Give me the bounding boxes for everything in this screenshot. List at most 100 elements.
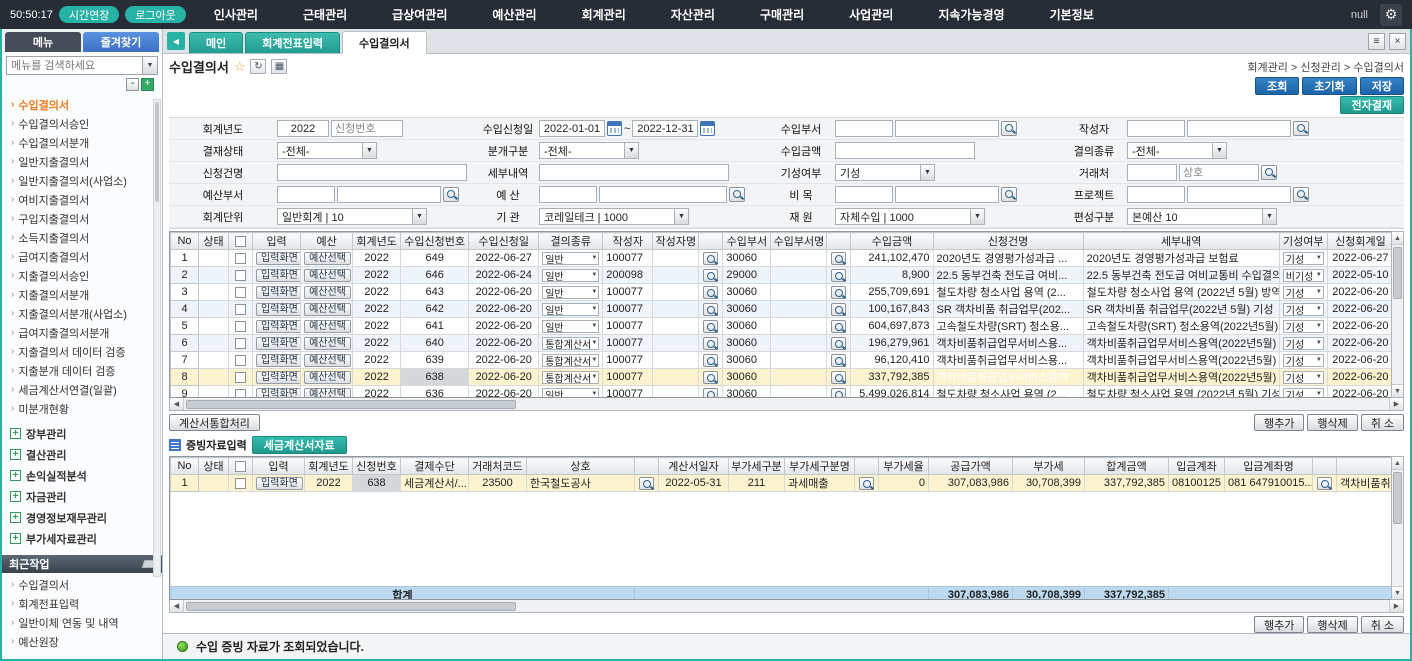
cell-button-holder[interactable]: 입력화면 bbox=[253, 386, 301, 399]
search-cell[interactable] bbox=[827, 301, 851, 318]
input-screen-button[interactable]: 입력화면 bbox=[256, 252, 301, 265]
sidebar-item[interactable]: ›급여지출결의서 bbox=[11, 247, 162, 266]
cell-select-holder[interactable]: 일반▼ bbox=[539, 318, 603, 335]
search-cell[interactable] bbox=[699, 335, 723, 352]
horizontal-scrollbar[interactable]: ◀ ▶ bbox=[169, 600, 1404, 613]
completion-select[interactable]: 기성▼ bbox=[1283, 286, 1324, 299]
sidebar-item[interactable]: ›여비지출결의서 bbox=[11, 190, 162, 209]
cell-button-holder[interactable]: 예산선택 bbox=[301, 267, 353, 284]
completion-select[interactable]: 기성▼ bbox=[1283, 354, 1324, 367]
search-icon[interactable] bbox=[729, 187, 745, 202]
grid-row[interactable]: 5입력화면예산선택20226412022-06-20일반▼10007730060… bbox=[171, 318, 1392, 335]
input-screen-button[interactable]: 입력화면 bbox=[256, 286, 301, 299]
search-cell[interactable] bbox=[699, 250, 723, 267]
project-name-input[interactable] bbox=[1187, 186, 1291, 203]
sidebar-folder[interactable]: +경영정보재무관리 bbox=[10, 507, 162, 528]
extend-time-button[interactable]: 시간연장 bbox=[59, 6, 119, 23]
search-icon[interactable] bbox=[703, 337, 718, 350]
sidebar-folder[interactable]: +결산관리 bbox=[10, 444, 162, 465]
row-checkbox[interactable] bbox=[235, 389, 246, 399]
search-cell[interactable] bbox=[635, 475, 659, 492]
income-date-from-input[interactable] bbox=[539, 120, 605, 137]
budget-select-button[interactable]: 예산선택 bbox=[304, 337, 351, 350]
row-checkbox[interactable] bbox=[235, 478, 246, 489]
budget-select-button[interactable]: 예산선택 bbox=[304, 354, 351, 367]
row-checkbox[interactable] bbox=[235, 253, 246, 264]
expense-item-name-input[interactable] bbox=[895, 186, 999, 203]
grid-row[interactable]: 1입력화면2022638세금계산서/...23500한국철도공사2022-05-… bbox=[171, 475, 1392, 492]
decision-type-select[interactable]: 통합계산서▼ bbox=[542, 337, 599, 350]
search-icon[interactable] bbox=[831, 354, 846, 367]
budget-select-button[interactable]: 예산선택 bbox=[304, 252, 351, 265]
search-cell[interactable] bbox=[827, 386, 851, 399]
search-icon[interactable] bbox=[1261, 165, 1277, 180]
row-select-cell[interactable] bbox=[229, 335, 253, 352]
sidebar-item[interactable]: ›구입지출결의서 bbox=[11, 209, 162, 228]
cell-button-holder[interactable]: 입력화면 bbox=[253, 369, 301, 386]
vendor-code-input[interactable] bbox=[1127, 164, 1177, 181]
search-icon[interactable] bbox=[831, 337, 846, 350]
cell-select-holder[interactable]: 통합계산서▼ bbox=[539, 335, 603, 352]
sidebar-item[interactable]: ›지출결의서분개 bbox=[11, 285, 162, 304]
sidebar-folder[interactable]: +손익실적분석 bbox=[10, 465, 162, 486]
cell-select-holder[interactable]: 통합계산서▼ bbox=[539, 352, 603, 369]
action-button[interactable]: 초기화 bbox=[1302, 77, 1356, 95]
grid-row[interactable]: 7입력화면예산선택20226392022-06-20통합계산서▼10007730… bbox=[171, 352, 1392, 369]
search-cell[interactable] bbox=[827, 284, 851, 301]
search-icon[interactable] bbox=[703, 269, 718, 282]
scroll-right-icon[interactable]: ▶ bbox=[1389, 600, 1403, 612]
row-select-cell[interactable] bbox=[229, 318, 253, 335]
grid-footer-button[interactable]: 취 소 bbox=[1361, 616, 1404, 633]
tab-scroll-left-button[interactable]: ◀ bbox=[167, 32, 185, 50]
input-screen-button[interactable]: 입력화면 bbox=[256, 303, 301, 316]
budget-select-button[interactable]: 예산선택 bbox=[304, 320, 351, 333]
cell-button-holder[interactable]: 예산선택 bbox=[301, 369, 353, 386]
scroll-right-icon[interactable]: ▶ bbox=[1389, 398, 1403, 410]
completion-select[interactable]: 기성▼ bbox=[1283, 337, 1324, 350]
scroll-down-icon[interactable]: ▼ bbox=[1392, 384, 1403, 397]
cell-button-holder[interactable]: 예산선택 bbox=[301, 301, 353, 318]
search-cell[interactable] bbox=[699, 386, 723, 399]
search-icon[interactable] bbox=[703, 286, 718, 299]
budget-code-input[interactable] bbox=[539, 186, 597, 203]
completion-select[interactable]: 기성▼ bbox=[835, 164, 935, 181]
sidebar-item[interactable]: ›일반지출결의서(사업소) bbox=[11, 171, 162, 190]
logout-button[interactable]: 로그아웃 bbox=[125, 6, 185, 23]
cell-button-holder[interactable]: 입력화면 bbox=[253, 352, 301, 369]
recent-item[interactable]: ›회계전표입력 bbox=[11, 594, 162, 613]
sidebar-item[interactable]: ›지출결의서분개(사업소) bbox=[11, 304, 162, 323]
search-icon[interactable] bbox=[831, 303, 846, 316]
grid-row[interactable]: 3입력화면예산선택20226432022-06-20일반▼10007730060… bbox=[171, 284, 1392, 301]
row-select-cell[interactable] bbox=[229, 369, 253, 386]
topbar-menu-item[interactable]: 사업관리 bbox=[849, 6, 893, 23]
sidebar-scrollbar[interactable] bbox=[153, 99, 161, 577]
search-icon[interactable] bbox=[443, 187, 459, 202]
topbar-menu-item[interactable]: 근태관리 bbox=[303, 6, 347, 23]
sidebar-item[interactable]: ›수입결의서승인 bbox=[11, 114, 162, 133]
sidebar-item[interactable]: ›수입결의서분개 bbox=[11, 133, 162, 152]
topbar-menu-item[interactable]: 자산관리 bbox=[671, 6, 715, 23]
row-select-cell[interactable] bbox=[229, 301, 253, 318]
search-icon[interactable] bbox=[703, 320, 718, 333]
document-tab[interactable]: 메인 bbox=[189, 32, 243, 53]
sidebar-item[interactable]: ›일반지출결의서 bbox=[11, 152, 162, 171]
action-button[interactable]: 저장 bbox=[1360, 77, 1404, 95]
search-icon[interactable] bbox=[703, 303, 718, 316]
request-no-input[interactable] bbox=[331, 120, 403, 137]
decision-type-select[interactable]: 일반▼ bbox=[542, 303, 599, 316]
select-all-checkbox[interactable] bbox=[235, 236, 246, 247]
budget-dept-name-input[interactable] bbox=[337, 186, 441, 203]
input-screen-button[interactable]: 입력화면 bbox=[256, 269, 301, 282]
cell-button-holder[interactable]: 입력화면 bbox=[253, 250, 301, 267]
budget-dept-code-input[interactable] bbox=[277, 186, 335, 203]
grid-row[interactable]: 8입력화면예산선택20226382022-06-20통합계산서▼10007730… bbox=[171, 369, 1392, 386]
search-icon[interactable] bbox=[703, 354, 718, 367]
search-cell[interactable] bbox=[855, 475, 879, 492]
recent-item[interactable]: ›일반이체 연동 및 내역 bbox=[11, 613, 162, 632]
cell-select-holder[interactable]: 기성▼ bbox=[1279, 352, 1327, 369]
search-icon[interactable] bbox=[639, 477, 654, 490]
search-icon[interactable] bbox=[1293, 121, 1309, 136]
cell-button-holder[interactable]: 예산선택 bbox=[301, 318, 353, 335]
row-checkbox[interactable] bbox=[235, 304, 246, 315]
vendor-name-input[interactable] bbox=[1179, 164, 1259, 181]
